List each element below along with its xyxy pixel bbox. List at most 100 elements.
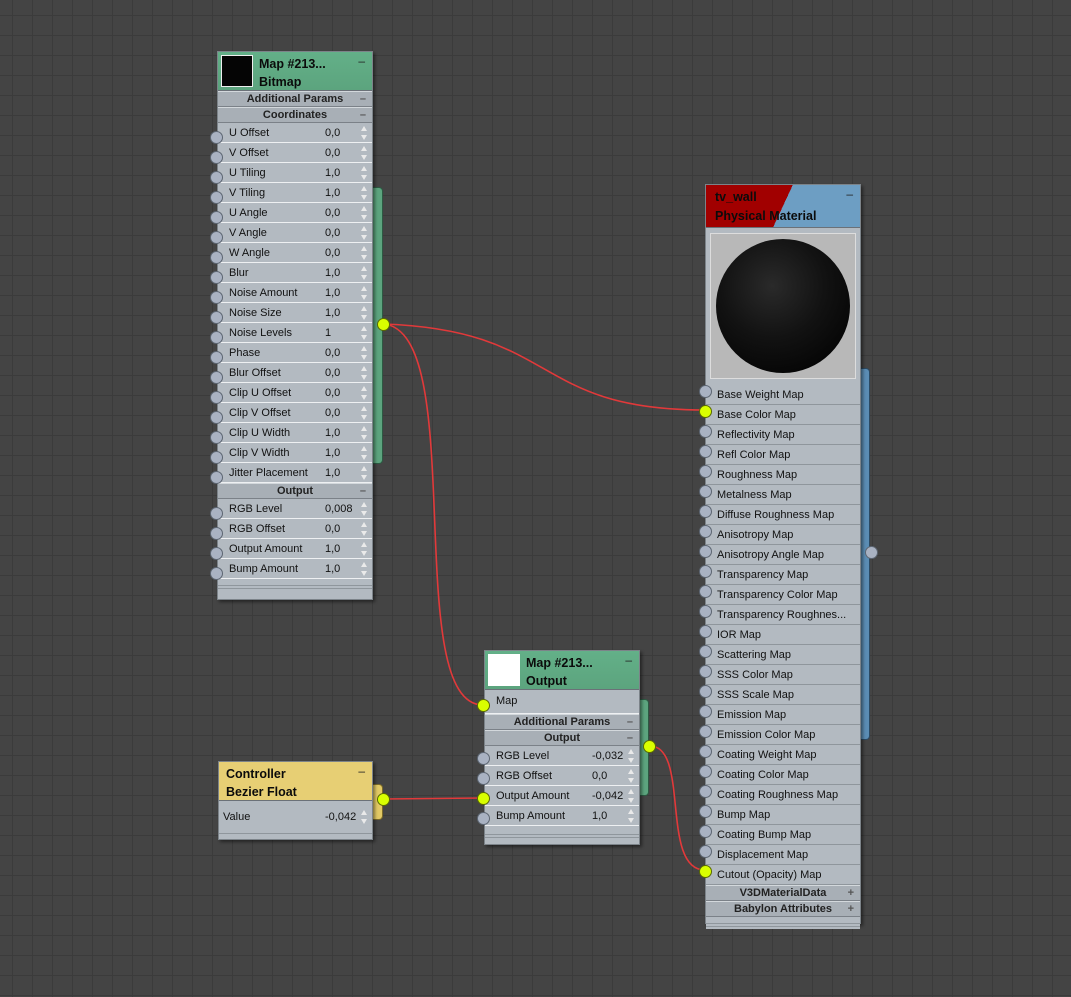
param-value[interactable]: 0,0 [325,147,340,159]
input-socket[interactable] [210,171,223,184]
section-output[interactable]: Output – [485,730,639,746]
input-socket[interactable] [210,211,223,224]
spinner-arrows-icon[interactable] [361,186,368,200]
param-value[interactable]: 0,0 [325,227,340,239]
param-value[interactable]: 0,0 [325,207,340,219]
spinner-arrows-icon[interactable] [361,166,368,180]
spinner-arrows-icon[interactable] [361,326,368,340]
material-map-row[interactable]: Diffuse Roughness Map [706,505,860,525]
spinner-arrows-icon[interactable] [628,809,635,823]
output-param-row[interactable]: RGB Level 0,008 [218,499,372,519]
rollout-header[interactable]: Babylon Attributes + [706,901,860,917]
output-param-row[interactable]: Output Amount -0,042 [485,786,639,806]
param-value[interactable]: 0,0 [325,407,340,419]
material-map-row[interactable]: Reflectivity Map [706,425,860,445]
input-socket[interactable] [210,231,223,244]
spinner-arrows-icon[interactable] [361,146,368,160]
param-value[interactable]: 0,0 [325,367,340,379]
wire-output-to-cutout[interactable] [649,745,706,871]
spinner-arrows-icon[interactable] [628,769,635,783]
output-param-row[interactable]: RGB Offset 0,0 [485,766,639,786]
input-socket[interactable] [699,445,712,458]
input-socket[interactable] [699,405,712,418]
coordinate-param-row[interactable]: U Offset 0,0 [218,123,372,143]
section-coordinates[interactable]: Coordinates – [218,107,372,123]
material-map-row[interactable]: Refl Color Map [706,445,860,465]
material-map-row[interactable]: Bump Map [706,805,860,825]
coordinate-param-row[interactable]: Blur Offset 0,0 [218,363,372,383]
output-node-header[interactable]: Map #213... Output – [485,651,639,690]
material-map-row[interactable]: Emission Color Map [706,725,860,745]
bitmap-node-header[interactable]: Map #213... Bitmap – [218,52,372,91]
material-map-row[interactable]: Roughness Map [706,465,860,485]
spinner-arrows-icon[interactable] [361,266,368,280]
bitmap-node[interactable]: Map #213... Bitmap – Additional Params – … [217,51,373,600]
output-param-row[interactable]: RGB Offset 0,0 [218,519,372,539]
input-socket[interactable] [210,271,223,284]
param-value[interactable]: 1 [325,327,331,339]
coordinate-param-row[interactable]: W Angle 0,0 [218,243,372,263]
param-value[interactable]: 1,0 [325,467,340,479]
input-socket[interactable] [699,585,712,598]
spinner-arrows-icon[interactable] [361,306,368,320]
coordinate-param-row[interactable]: Clip U Offset 0,0 [218,383,372,403]
input-socket[interactable] [699,645,712,658]
param-value[interactable]: 0,0 [325,127,340,139]
material-map-row[interactable]: Transparency Color Map [706,585,860,605]
material-map-row[interactable]: Anisotropy Map [706,525,860,545]
coordinate-param-row[interactable]: V Angle 0,0 [218,223,372,243]
output-param-row[interactable]: Output Amount 1,0 [218,539,372,559]
material-map-row[interactable]: Coating Bump Map [706,825,860,845]
material-map-row[interactable]: Metalness Map [706,485,860,505]
spinner-arrows-icon[interactable] [628,749,635,763]
output-map-input-socket[interactable] [477,699,490,712]
param-value[interactable]: 1,0 [592,810,607,822]
material-node-header[interactable]: tv_wall Physical Material – [706,185,860,228]
material-map-row[interactable]: Transparency Map [706,565,860,585]
input-socket[interactable] [477,752,490,765]
input-socket[interactable] [210,311,223,324]
input-socket[interactable] [699,785,712,798]
input-socket[interactable] [699,625,712,638]
wire-bitmap-to-output-map[interactable] [382,323,484,706]
input-socket[interactable] [210,391,223,404]
collapse-icon[interactable]: – [846,188,853,200]
input-socket[interactable] [699,385,712,398]
spinner-arrows-icon[interactable] [361,246,368,260]
param-value[interactable]: -0,032 [592,750,623,762]
section-additional-params[interactable]: Additional Params – [218,91,372,107]
input-socket[interactable] [210,371,223,384]
spinner-arrows-icon[interactable] [361,206,368,220]
input-socket[interactable] [699,545,712,558]
material-map-row[interactable]: Coating Roughness Map [706,785,860,805]
node-resize-footer[interactable] [485,832,639,840]
expand-icon[interactable]: + [848,902,854,916]
input-socket[interactable] [210,291,223,304]
material-map-row[interactable]: IOR Map [706,625,860,645]
spinner-arrows-icon[interactable] [361,406,368,420]
spinner-arrows-icon[interactable] [361,810,368,824]
collapse-icon[interactable]: – [625,654,632,666]
node-resize-footer[interactable] [706,921,860,929]
param-value[interactable]: 0,008 [325,503,353,515]
param-value[interactable]: 1,0 [325,543,340,555]
input-socket[interactable] [699,425,712,438]
input-socket[interactable] [210,547,223,560]
material-map-row[interactable]: Scattering Map [706,645,860,665]
param-value[interactable]: 1,0 [325,427,340,439]
spinner-arrows-icon[interactable] [361,286,368,300]
input-socket[interactable] [699,745,712,758]
input-socket[interactable] [699,685,712,698]
spinner-arrows-icon[interactable] [361,426,368,440]
output-node-output-socket[interactable] [643,740,656,753]
section-output[interactable]: Output – [218,483,372,499]
param-value[interactable]: 1,0 [325,167,340,179]
input-socket[interactable] [477,772,490,785]
input-socket[interactable] [210,451,223,464]
param-value[interactable]: 1,0 [325,447,340,459]
input-socket[interactable] [210,331,223,344]
material-map-row[interactable]: Coating Color Map [706,765,860,785]
input-socket[interactable] [699,505,712,518]
spinner-arrows-icon[interactable] [628,789,635,803]
coordinate-param-row[interactable]: Clip V Offset 0,0 [218,403,372,423]
